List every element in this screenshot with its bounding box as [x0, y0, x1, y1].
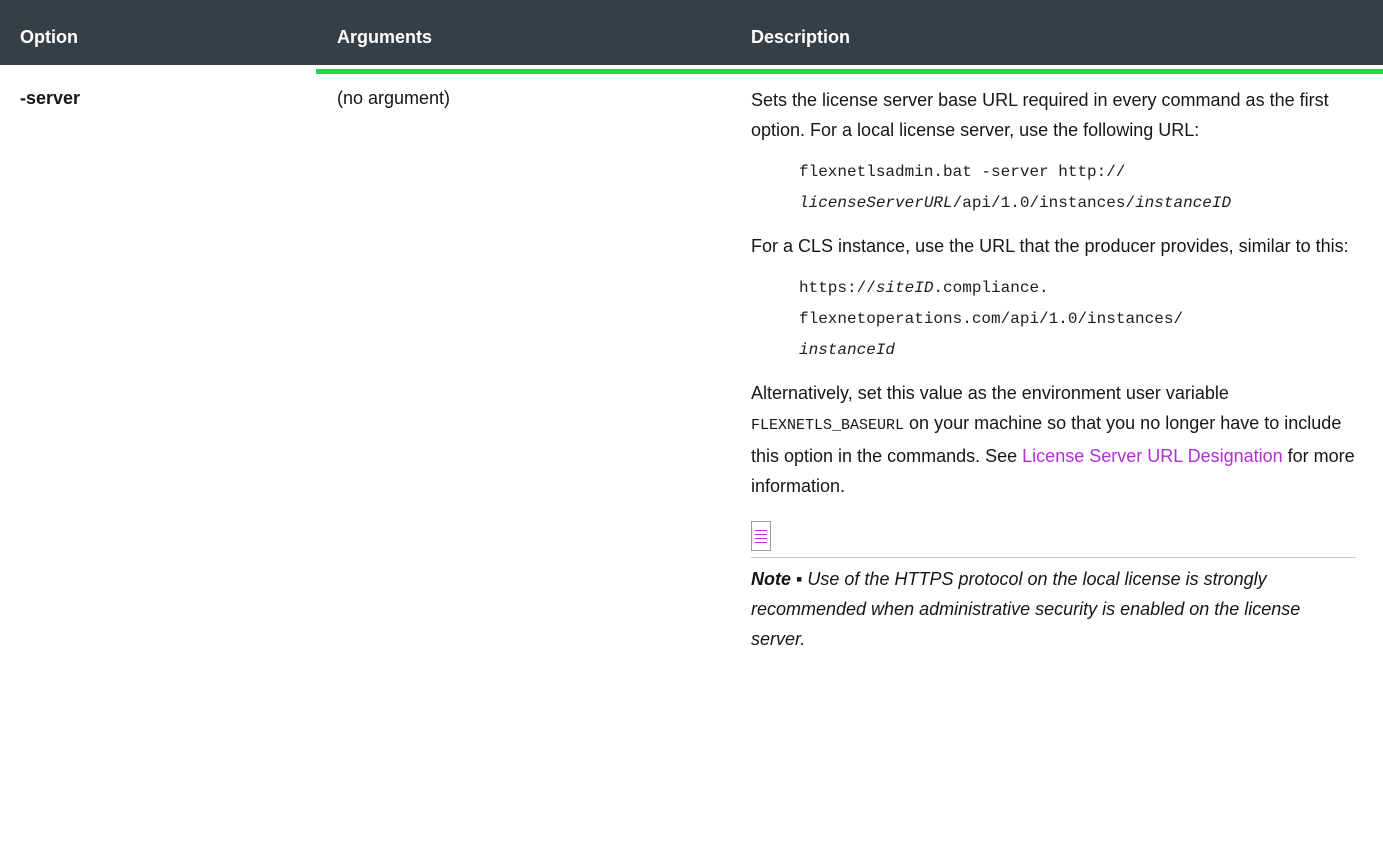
- code-block-cls-url: https://siteID.compliance. flexnetoperat…: [751, 273, 1356, 366]
- description-paragraph: For a CLS instance, use the URL that the…: [751, 236, 1349, 256]
- description-cell: Sets the license server base URL require…: [751, 85, 1356, 654]
- description-paragraph: Sets the license server base URL require…: [751, 90, 1329, 140]
- env-variable-code: FLEXNETLS_BASEURL: [751, 417, 905, 434]
- description-paragraph: Alternatively, set this value as the env…: [751, 378, 1356, 501]
- license-server-url-designation-link[interactable]: License Server URL Designation: [1022, 446, 1282, 466]
- code-line: flexnetoperations.com/api/1.0/instances/: [799, 310, 1184, 328]
- text-segment: Alternatively, set this value as the env…: [751, 383, 1229, 403]
- code-placeholder: instanceId: [799, 341, 896, 359]
- table-header: Option Arguments Description: [0, 0, 1383, 65]
- code-block-local-url: flexnetlsadmin.bat -server http:// licen…: [751, 157, 1356, 219]
- arguments-cell: (no argument): [337, 88, 451, 108]
- note-divider: [751, 557, 1356, 558]
- note-text: Note ▪ Use of the HTTPS protocol on the …: [751, 564, 1356, 654]
- code-segment: .compliance.: [933, 279, 1049, 297]
- header-accent-bar: [316, 69, 1383, 74]
- column-header-arguments: Arguments: [337, 27, 433, 47]
- column-header-description: Description: [751, 27, 851, 47]
- option-cell: -server: [20, 88, 81, 108]
- code-line: https://siteID.compliance.: [799, 273, 1356, 304]
- code-placeholder: siteID: [875, 279, 934, 297]
- note-icon: [751, 521, 771, 551]
- note-label: Note ▪: [751, 569, 803, 589]
- code-placeholder: instanceID: [1135, 194, 1232, 212]
- code-segment: https://: [799, 279, 876, 297]
- code-placeholder: licenseServerURL: [799, 194, 953, 212]
- code-line: instanceId: [799, 335, 1356, 366]
- code-segment: /api/1.0/instances/: [952, 194, 1136, 212]
- column-header-option: Option: [20, 27, 78, 47]
- code-line: licenseServerURL/api/1.0/instances/insta…: [799, 188, 1356, 219]
- code-line: flexnetlsadmin.bat -server http://: [799, 163, 1126, 181]
- note-body: Use of the HTTPS protocol on the local l…: [751, 569, 1301, 649]
